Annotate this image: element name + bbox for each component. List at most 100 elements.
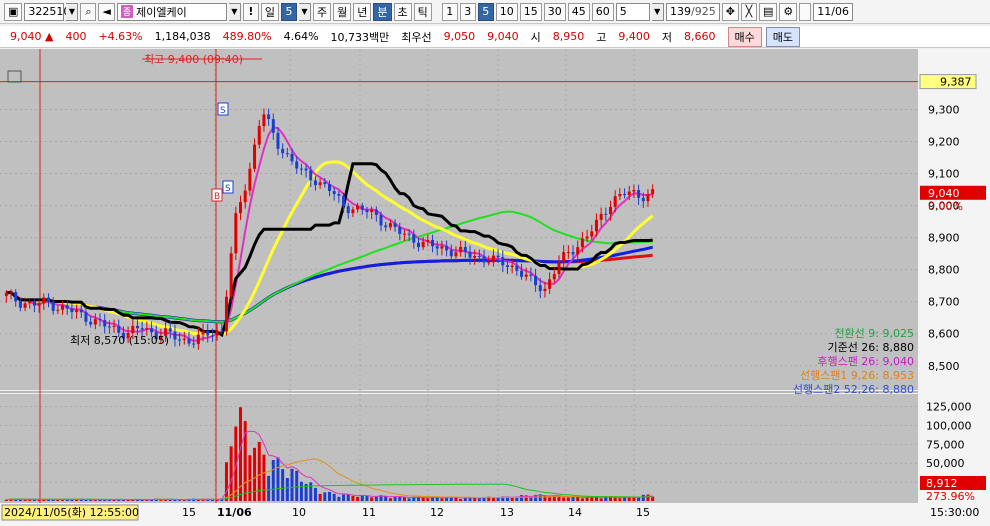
volume-tick-label: 125,000 — [926, 401, 972, 414]
alert-button[interactable]: ! — [242, 2, 259, 21]
candle-body — [613, 196, 617, 207]
count-total: /925 — [691, 5, 716, 18]
y-tick-label: 9,200 — [928, 136, 960, 149]
volume-bar — [75, 499, 79, 501]
candle-body — [487, 262, 491, 264]
x-tick-label: 15 — [182, 506, 196, 519]
candle-body — [290, 153, 294, 162]
axis-panel-bg — [918, 49, 990, 526]
candle-body — [576, 247, 580, 255]
candle-body — [445, 246, 449, 251]
x-tick-label: 11/06 — [217, 506, 252, 519]
volume-bar — [313, 487, 317, 501]
candle-body — [309, 170, 313, 181]
interval-input[interactable]: 5 — [615, 2, 650, 21]
window-icon[interactable]: ▣ — [4, 2, 23, 21]
stock-code-input[interactable]: 322510 — [24, 2, 70, 21]
candle-body — [426, 239, 430, 242]
low-price: 8,660 — [684, 30, 716, 43]
minute-3-button[interactable]: 3 — [459, 2, 476, 21]
candle-body — [496, 255, 500, 258]
volume-bar — [529, 497, 533, 501]
legend-item: 전환선 9: 9,025 — [834, 327, 914, 340]
date-field[interactable]: 11/06 — [813, 2, 854, 21]
stock-badge-icon: 종 — [120, 5, 134, 18]
volume-tag-label: 8,912 — [926, 477, 958, 490]
toolbar: ▣ 322510 ▼ ⌕ ◄ 종 제이엘케이 ▼ ! 일 5 ▼ 주 월 년 분… — [0, 0, 990, 24]
draw-icon[interactable]: ╳ — [740, 2, 757, 21]
candle-body — [70, 308, 74, 313]
volume-bar — [295, 470, 299, 501]
candle-body — [505, 265, 509, 268]
minute-1-button[interactable]: 1 — [441, 2, 458, 21]
volume-bar — [646, 494, 650, 501]
period-minute-button[interactable]: 분 — [373, 2, 392, 21]
volume-bar — [37, 499, 41, 501]
y-tick-label: 9,100 — [928, 168, 960, 181]
minute-60-button[interactable]: 60 — [591, 2, 614, 21]
chevron-down-icon[interactable]: ▼ — [651, 2, 664, 21]
y-tick-label: 8,900 — [928, 232, 960, 245]
crosshair-icon[interactable]: ✥ — [721, 2, 739, 21]
candle-body — [618, 193, 622, 197]
buy-button[interactable]: 매수 — [727, 26, 762, 47]
candle-body — [187, 338, 191, 344]
volume-bar — [374, 496, 378, 501]
speaker-icon[interactable]: ◄ — [98, 2, 115, 21]
candle-body — [594, 219, 598, 232]
candle-body — [623, 193, 627, 195]
low-marker-label: 최저 8,570 (15:05) — [70, 334, 169, 347]
period-tick-button[interactable]: 틱 — [413, 2, 432, 21]
sell-button[interactable]: 매도 — [765, 26, 801, 47]
candle-body — [356, 205, 360, 210]
count-field[interactable]: 139 /925 — [665, 2, 720, 21]
candle-body — [229, 253, 233, 297]
candle-body — [571, 252, 575, 255]
candle-body — [346, 206, 350, 214]
volume-bar — [262, 454, 266, 501]
volume-bar — [613, 497, 617, 501]
candle-body — [435, 246, 439, 249]
period-second-button[interactable]: 초 — [393, 2, 412, 21]
stock-chart[interactable]: 9,3009,2009,1009,0008,9008,8008,7008,600… — [0, 49, 990, 526]
candle-body — [534, 275, 538, 286]
minute-45-button[interactable]: 45 — [567, 2, 590, 21]
price-change: 400 — [65, 30, 87, 43]
stock-name-field[interactable]: 종 제이엘케이 — [116, 2, 227, 21]
period-year-button[interactable]: 년 — [353, 2, 372, 21]
chevron-down-icon[interactable]: ▼ — [228, 2, 241, 21]
minute-10-button[interactable]: 10 — [495, 2, 518, 21]
chevron-down-icon[interactable]: ▼ — [299, 2, 311, 21]
candle-body — [18, 301, 22, 308]
minute-30-button[interactable]: 30 — [543, 2, 566, 21]
y-tick-label: 8,600 — [928, 328, 960, 341]
volume-pct-label: 273.96% — [926, 490, 975, 503]
period-day-button[interactable]: 일 — [260, 2, 279, 21]
current-price-tag-label: 9,387 — [940, 76, 972, 89]
minute-5-button[interactable]: 5 — [477, 2, 494, 21]
period-num-button[interactable]: 5 — [281, 2, 297, 21]
volume-bar — [281, 469, 285, 501]
minute-15-button[interactable]: 15 — [519, 2, 542, 21]
candle-body — [234, 213, 238, 254]
candle-body — [590, 231, 594, 237]
volume-bar — [440, 498, 444, 501]
x-tick-label: 15 — [636, 506, 650, 519]
candle-body — [501, 257, 505, 266]
candle-body — [351, 209, 355, 214]
candle-body — [407, 233, 411, 235]
search-icon[interactable]: ⌕ — [80, 2, 97, 21]
chevron-down-icon[interactable]: ▼ — [66, 2, 79, 21]
period-week-button[interactable]: 주 — [313, 2, 332, 21]
volume-bar — [510, 497, 514, 501]
period-month-button[interactable]: 월 — [333, 2, 352, 21]
candle-body — [140, 328, 144, 330]
save-icon[interactable]: ▤ — [758, 2, 778, 21]
gear-icon[interactable]: ⚙ — [779, 2, 798, 21]
candle-body — [337, 194, 341, 196]
volume-bar — [370, 497, 374, 501]
candle-body — [402, 233, 406, 235]
buy-signal-label: B — [214, 192, 220, 202]
date-checkbox[interactable] — [799, 2, 812, 21]
candle-body — [276, 132, 280, 149]
